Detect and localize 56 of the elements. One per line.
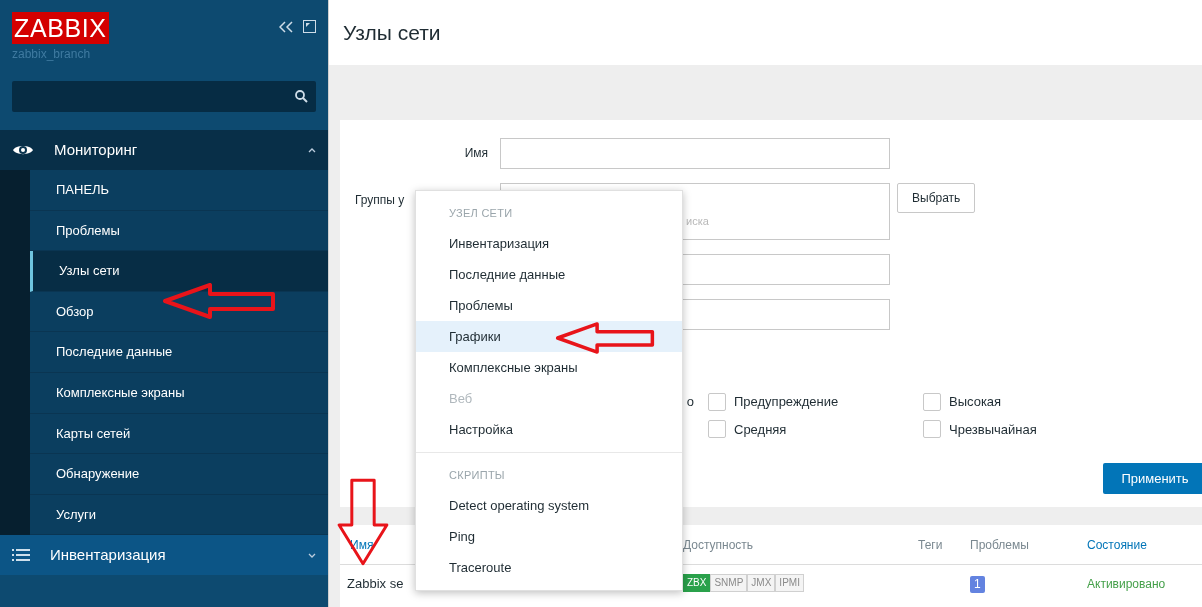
context-menu-item[interactable]: Последние данные [416, 259, 682, 290]
text-input-field[interactable] [500, 138, 890, 169]
chevron-icon[interactable] [308, 147, 316, 153]
severity-label: Средняя [734, 420, 787, 439]
submenu-item[interactable]: Обнаружение [30, 454, 328, 495]
column-header: Доступность [683, 537, 754, 552]
submenu-item[interactable]: Проблемы [30, 210, 328, 252]
submenu-item[interactable]: Узлы сети [30, 251, 328, 292]
search-icon[interactable] [295, 90, 308, 103]
availability-badge: IPMI [775, 574, 804, 592]
severity-label: Чрезвычайная [949, 420, 1037, 439]
eye-icon [12, 143, 34, 157]
severity-checkbox[interactable] [923, 392, 941, 411]
column-header: Проблемы [970, 537, 1029, 552]
availability-badge: SNMP [710, 574, 748, 592]
menu-section[interactable]: Мониторинг [0, 130, 328, 170]
context-menu-item[interactable]: Traceroute [416, 552, 682, 583]
severity-checkbox[interactable] [708, 392, 726, 411]
submenu-item[interactable]: Услуги [30, 494, 328, 536]
severity-label: Предупреждение [734, 393, 839, 411]
context-menu-item[interactable]: Графики [416, 321, 682, 352]
submenu-item[interactable]: Последние данные [30, 332, 328, 373]
availability-badge: ZBX [683, 574, 711, 592]
submenu-item[interactable]: Комплексные экраны [30, 372, 328, 414]
field-label: Имя [464, 145, 488, 162]
chevron-icon[interactable] [308, 552, 316, 558]
search-field[interactable] [12, 81, 316, 112]
submenu-item[interactable]: ПАНЕЛЬ [30, 170, 328, 211]
availability-badge: JMX [747, 574, 776, 592]
menu-section[interactable]: Инвентаризация [0, 535, 328, 576]
submenu-item[interactable]: Карты сетей [30, 413, 328, 455]
collapse-icon[interactable] [279, 20, 293, 33]
menu-section-label: Мониторинг [54, 139, 139, 160]
severity-label-fragment: о [686, 393, 694, 411]
context-menu-item[interactable]: Проблемы [416, 290, 682, 321]
severity-checkbox[interactable] [708, 420, 726, 439]
multiselect-placeholder: иска [686, 213, 710, 229]
menu-section-label: Инвентаризация [50, 545, 167, 566]
context-menu-item[interactable]: Комплексные экраны [416, 352, 682, 383]
field-label: Группы у [355, 192, 405, 209]
zabbix-logo[interactable]: ZABBIX [12, 12, 109, 44]
apply-button[interactable]: Применить [1103, 463, 1202, 494]
severity-checkbox[interactable] [923, 420, 941, 439]
kiosk-mode-icon[interactable] [303, 20, 316, 33]
severity-label: Высокая [949, 393, 1002, 411]
problems-count-badge[interactable]: 1 [970, 576, 985, 593]
menu-group-heading: СКРИПТЫ [448, 467, 506, 483]
list-icon [12, 548, 30, 563]
host-name-link[interactable]: Zabbix se [347, 576, 404, 591]
context-menu-item[interactable]: Настройка [416, 414, 682, 445]
column-header[interactable]: Состояние [1087, 537, 1147, 552]
page-title: Узлы сети [343, 19, 441, 46]
context-menu-item[interactable]: Ping [416, 521, 682, 552]
context-menu-item[interactable]: Detect operating system [416, 490, 682, 521]
select-button[interactable]: Выбрать [897, 183, 976, 213]
column-header: Теги [918, 537, 943, 552]
